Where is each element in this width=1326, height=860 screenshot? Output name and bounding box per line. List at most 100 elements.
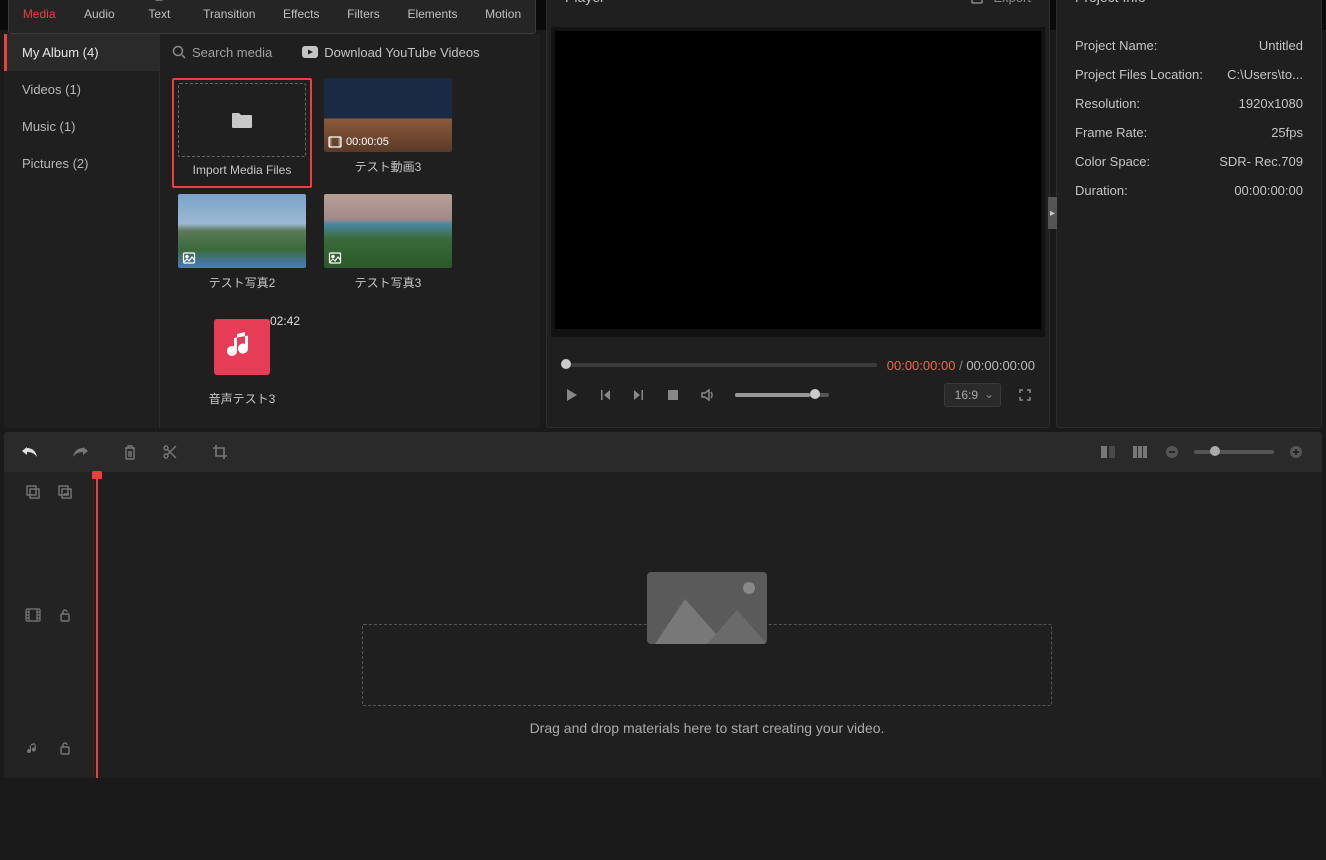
- info-value: SDR- Rec.709: [1219, 154, 1303, 169]
- fullscreen-button[interactable]: [1015, 385, 1035, 405]
- sidebar-item-pictures[interactable]: Pictures (2): [4, 145, 159, 182]
- aspect-ratio-dropdown[interactable]: 16:9: [944, 383, 1001, 407]
- volume-button[interactable]: [697, 385, 717, 405]
- zoom-in-button[interactable]: [1286, 442, 1306, 462]
- folder-icon: [29, 0, 49, 3]
- media-label: テスト写真2: [209, 274, 276, 291]
- tab-elements[interactable]: Elements: [394, 0, 472, 33]
- filters-icon: [353, 0, 373, 3]
- tab-label: Elements: [407, 7, 457, 21]
- sidebar-item-my-album[interactable]: My Album (4): [4, 34, 159, 71]
- project-info-panel: ▸ Project Info Project Name:Untitled Pro…: [1056, 0, 1322, 428]
- redo-button[interactable]: [70, 442, 90, 462]
- sidebar-item-videos[interactable]: Videos (1): [4, 71, 159, 108]
- add-track-button[interactable]: [23, 482, 43, 502]
- tab-label: Motion: [485, 7, 521, 21]
- info-value: C:\Users\to...: [1227, 67, 1303, 82]
- dropzone-hint: Drag and drop materials here to start cr…: [362, 720, 1052, 736]
- timeline-area[interactable]: Drag and drop materials here to start cr…: [4, 472, 1322, 778]
- time-total: 00:00:00:00: [966, 358, 1035, 373]
- tab-text[interactable]: Text: [129, 0, 189, 33]
- info-label: Project Name:: [1075, 38, 1157, 53]
- motion-icon: [493, 0, 513, 3]
- tab-transition[interactable]: Transition: [189, 0, 269, 33]
- text-icon: [149, 0, 169, 3]
- tab-filters[interactable]: Filters: [333, 0, 393, 33]
- player-viewport[interactable]: [555, 31, 1041, 329]
- info-label: Duration:: [1075, 183, 1128, 198]
- video-duration: 00:00:05: [346, 136, 389, 148]
- collapse-panel-button[interactable]: ▸: [1048, 197, 1057, 229]
- info-label: Frame Rate:: [1075, 125, 1147, 140]
- download-youtube-button[interactable]: Download YouTube Videos: [302, 45, 479, 60]
- search-media-button[interactable]: Search media: [172, 45, 272, 60]
- zoom-out-button[interactable]: [1162, 442, 1182, 462]
- folder-icon: [231, 111, 253, 129]
- tab-label: Effects: [283, 7, 319, 21]
- image-placeholder-icon: [647, 572, 767, 644]
- tab-label: Transition: [203, 7, 255, 21]
- transition-icon: [219, 0, 239, 3]
- tab-media[interactable]: Media: [9, 0, 69, 33]
- timeline-tracks[interactable]: Drag and drop materials here to start cr…: [94, 472, 1322, 778]
- media-label: 音声テスト3: [209, 390, 276, 407]
- audio-track-icon: [23, 738, 43, 758]
- export-button[interactable]: Export: [969, 0, 1031, 5]
- player-seekbar[interactable]: [561, 363, 877, 367]
- crop-button[interactable]: [210, 442, 230, 462]
- tab-motion[interactable]: Motion: [471, 0, 535, 33]
- main-tabs: Media Audio Text Transition: [8, 0, 536, 34]
- media-sidebar: My Album (4) Videos (1) Music (1) Pictur…: [4, 34, 160, 428]
- import-media-button[interactable]: Import Media Files: [172, 78, 312, 188]
- media-grid: Import Media Files 00:00:05 テスト動画3: [160, 70, 540, 428]
- delete-button[interactable]: [120, 442, 140, 462]
- video-track-icon: [23, 605, 43, 625]
- track-headers: [4, 472, 94, 778]
- sparkle-icon: [422, 0, 442, 3]
- export-label: Export: [993, 0, 1031, 5]
- image-icon: [328, 251, 342, 265]
- lock-track-button[interactable]: [55, 738, 75, 758]
- video-icon: [328, 135, 342, 149]
- playhead[interactable]: [96, 472, 98, 778]
- next-frame-button[interactable]: [629, 385, 649, 405]
- tab-label: Text: [148, 7, 170, 21]
- effects-icon: [291, 0, 311, 3]
- lock-track-button[interactable]: [55, 605, 75, 625]
- info-label: Project Files Location:: [1075, 67, 1203, 82]
- media-item-video[interactable]: 00:00:05 テスト動画3: [318, 78, 458, 188]
- search-icon: [172, 45, 186, 59]
- info-label: Resolution:: [1075, 96, 1140, 111]
- project-info-title: Project Info: [1057, 0, 1321, 27]
- undo-button[interactable]: [20, 442, 40, 462]
- media-item-audio[interactable]: 02:42 音声テスト3: [172, 310, 312, 420]
- tab-label: Media: [23, 7, 56, 21]
- info-value: Untitled: [1259, 38, 1303, 53]
- import-label: Import Media Files: [193, 163, 292, 177]
- zoom-slider[interactable]: [1194, 450, 1274, 454]
- timeline-view2-button[interactable]: [1130, 442, 1150, 462]
- media-item-photo[interactable]: テスト写真3: [318, 194, 458, 304]
- info-value: 25fps: [1271, 125, 1303, 140]
- media-item-photo[interactable]: テスト写真2: [172, 194, 312, 304]
- prev-frame-button[interactable]: [595, 385, 615, 405]
- info-value: 1920x1080: [1239, 96, 1303, 111]
- music-note-icon: [89, 0, 109, 3]
- sidebar-item-music[interactable]: Music (1): [4, 108, 159, 145]
- timeline-dropzone[interactable]: Drag and drop materials here to start cr…: [362, 572, 1052, 736]
- stop-button[interactable]: [663, 385, 683, 405]
- info-value: 00:00:00:00: [1234, 183, 1303, 198]
- split-button[interactable]: [160, 442, 180, 462]
- editor-toolbar: [4, 432, 1322, 472]
- play-button[interactable]: [561, 385, 581, 405]
- player-title: Player: [565, 0, 605, 5]
- remove-track-button[interactable]: [55, 482, 75, 502]
- time-current: 00:00:00:00: [887, 358, 956, 373]
- timeline-view1-button[interactable]: [1098, 442, 1118, 462]
- tab-audio[interactable]: Audio: [69, 0, 129, 33]
- volume-slider[interactable]: [735, 393, 829, 397]
- music-note-icon: [223, 328, 261, 366]
- export-icon: [969, 0, 985, 5]
- media-label: テスト動画3: [355, 158, 422, 175]
- tab-effects[interactable]: Effects: [269, 0, 333, 33]
